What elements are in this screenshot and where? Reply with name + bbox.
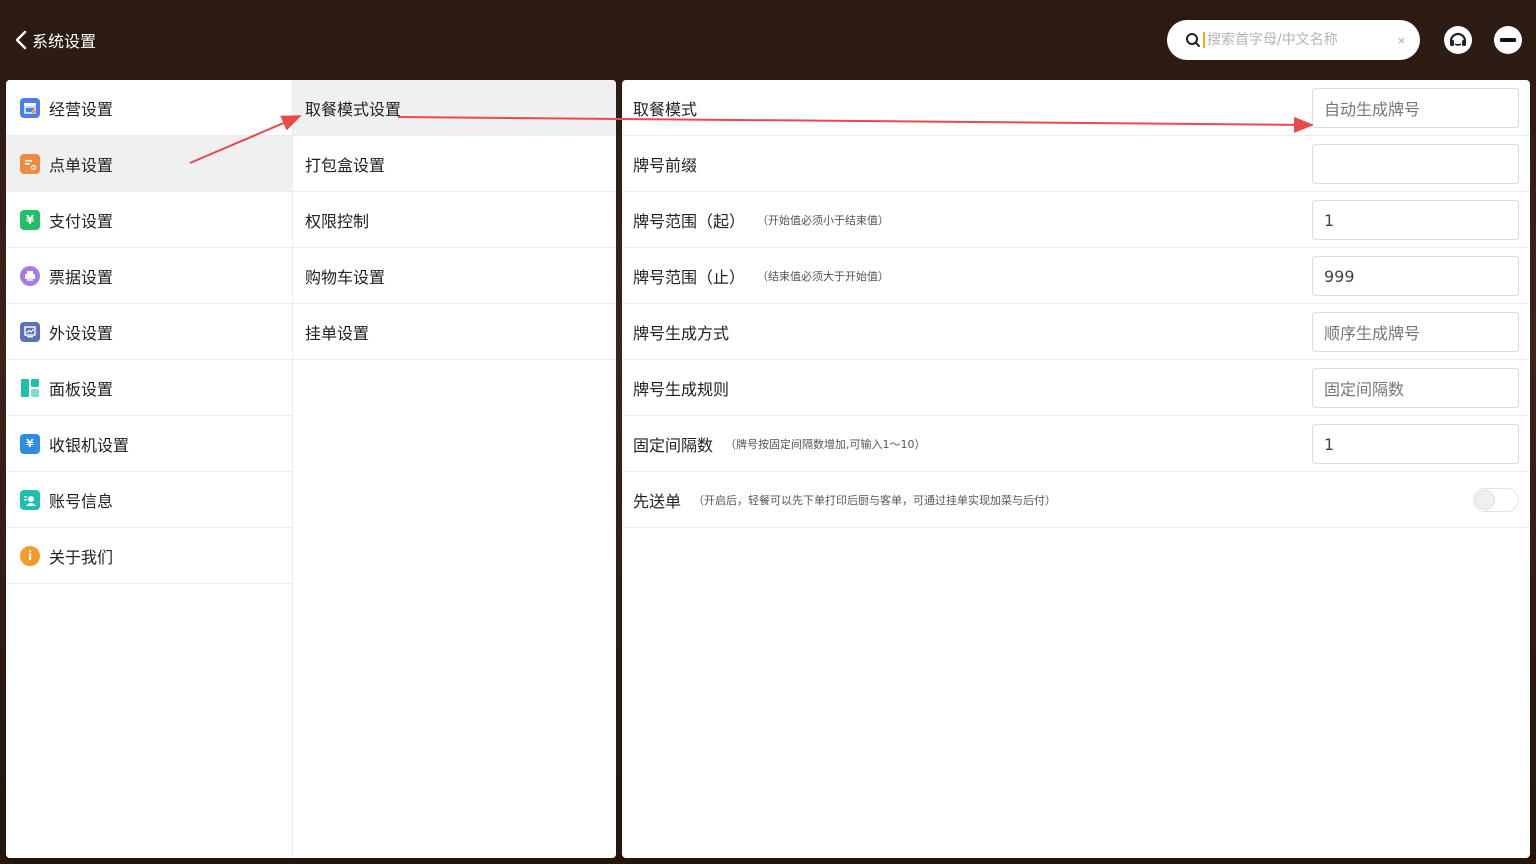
setting-label: 取餐模式	[633, 99, 698, 119]
subnav-item-packaging[interactable]: 打包盒设置	[293, 136, 616, 192]
nav-item-label: 关于我们	[49, 547, 114, 567]
text-caret	[1203, 32, 1205, 48]
setting-hint: （开始值必须小于结束值）	[757, 213, 890, 227]
pickup-mode-select[interactable]: 自动生成牌号	[1312, 88, 1519, 128]
setting-row-number-prefix: 牌号前缀	[622, 136, 1530, 192]
setting-row-pickup-mode: 取餐模式 自动生成牌号	[622, 80, 1530, 136]
number-prefix-input[interactable]	[1312, 144, 1519, 184]
generation-method-select[interactable]: 顺序生成牌号	[1312, 312, 1519, 352]
toggle-knob	[1475, 490, 1495, 510]
setting-label: 先送单	[633, 491, 682, 511]
nav-item-label: 经营设置	[49, 99, 114, 119]
nav-item-ordering[interactable]: 点单设置	[6, 136, 292, 192]
back-button[interactable]: 系统设置	[14, 26, 96, 54]
search-box[interactable]: ×	[1167, 20, 1420, 60]
nav-item-about[interactable]: i 关于我们	[6, 528, 292, 584]
nav-item-account[interactable]: 账号信息	[6, 472, 292, 528]
payment-yen-icon: ¥	[20, 209, 40, 230]
setting-label: 牌号生成规则	[633, 379, 730, 399]
nav-item-business[interactable]: 经营设置	[6, 80, 292, 136]
nav-item-label: 票据设置	[49, 267, 114, 287]
cashier-icon: ¥	[20, 433, 40, 454]
nav-item-label: 账号信息	[49, 491, 114, 511]
minimize-button[interactable]	[1494, 26, 1522, 54]
range-end-input[interactable]: 999	[1312, 256, 1519, 296]
setting-row-range-end: 牌号范围（止） （结束值必须大于开始值） 999	[622, 248, 1530, 304]
setting-hint: （牌号按固定间隔数增加,可输入1～10）	[725, 437, 926, 451]
nav-item-peripheral[interactable]: 外设设置	[6, 304, 292, 360]
headset-icon	[1449, 32, 1467, 46]
nav-item-label: 收银机设置	[49, 435, 130, 455]
setting-label: 固定间隔数	[633, 435, 714, 455]
setting-label: 牌号前缀	[633, 155, 698, 175]
order-settings-icon	[20, 153, 40, 174]
setting-row-range-start: 牌号范围（起） （开始值必须小于结束值） 1	[622, 192, 1530, 248]
top-bar: 系统设置 ×	[0, 0, 1536, 80]
settings-navigation-panel: 经营设置 点单设置 ¥ 支付设置 票据设置 外设设置 面板设置 ¥ 收银机设置 …	[6, 80, 616, 858]
setting-label: 牌号范围（起）	[633, 211, 746, 231]
nav-item-label: 外设设置	[49, 323, 114, 343]
back-label: 系统设置	[32, 32, 97, 51]
subnav-item-pickup-mode[interactable]: 取餐模式设置	[293, 80, 616, 136]
account-icon	[20, 489, 40, 510]
setting-row-send-first: 先送单 （开启后，轻餐可以先下单打印后厨与客单，可通过挂单实现加菜与后付）	[622, 472, 1530, 528]
send-first-toggle[interactable]	[1473, 488, 1519, 512]
setting-label: 牌号生成方式	[633, 323, 730, 343]
search-input[interactable]	[1207, 32, 1391, 48]
monitor-icon	[20, 321, 40, 342]
search-icon	[1186, 33, 1200, 47]
setting-row-generation-rule: 牌号生成规则 固定间隔数	[622, 360, 1530, 416]
subnav-item-cart[interactable]: 购物车设置	[293, 248, 616, 304]
nav-item-panel[interactable]: 面板设置	[6, 360, 292, 416]
setting-hint: （开启后，轻餐可以先下单打印后厨与客单，可通过挂单实现加菜与后付）	[693, 493, 1057, 507]
nav-item-cashier[interactable]: ¥ 收银机设置	[6, 416, 292, 472]
nav-item-payment[interactable]: ¥ 支付设置	[6, 192, 292, 248]
subcategory-list: 取餐模式设置 打包盒设置 权限控制 购物车设置 挂单设置	[293, 80, 616, 858]
settings-detail-panel: 取餐模式 自动生成牌号 牌号前缀 牌号范围（起） （开始值必须小于结束值） 1 …	[622, 80, 1530, 858]
setting-label: 牌号范围（止）	[633, 267, 746, 287]
store-settings-icon	[20, 97, 40, 118]
setting-row-fixed-interval: 固定间隔数 （牌号按固定间隔数增加,可输入1～10） 1	[622, 416, 1530, 472]
nav-item-label: 面板设置	[49, 379, 114, 399]
setting-row-generation-method: 牌号生成方式 顺序生成牌号	[622, 304, 1530, 360]
minus-icon	[1500, 38, 1516, 42]
info-icon: i	[20, 545, 40, 566]
clear-search-button[interactable]: ×	[1397, 34, 1406, 47]
nav-item-label: 点单设置	[49, 155, 114, 175]
subnav-item-permissions[interactable]: 权限控制	[293, 192, 616, 248]
setting-hint: （结束值必须大于开始值）	[757, 269, 890, 283]
customer-service-button[interactable]	[1444, 26, 1472, 54]
printer-icon	[20, 265, 40, 286]
generation-rule-select[interactable]: 固定间隔数	[1312, 368, 1519, 408]
chevron-left-icon	[15, 30, 27, 50]
category-list: 经营设置 点单设置 ¥ 支付设置 票据设置 外设设置 面板设置 ¥ 收银机设置 …	[6, 80, 293, 858]
nav-item-label: 支付设置	[49, 211, 114, 231]
fixed-interval-input[interactable]: 1	[1312, 424, 1519, 464]
panel-layout-icon	[20, 378, 40, 398]
range-start-input[interactable]: 1	[1312, 200, 1519, 240]
subnav-item-hold-order[interactable]: 挂单设置	[293, 304, 616, 360]
nav-item-receipt[interactable]: 票据设置	[6, 248, 292, 304]
